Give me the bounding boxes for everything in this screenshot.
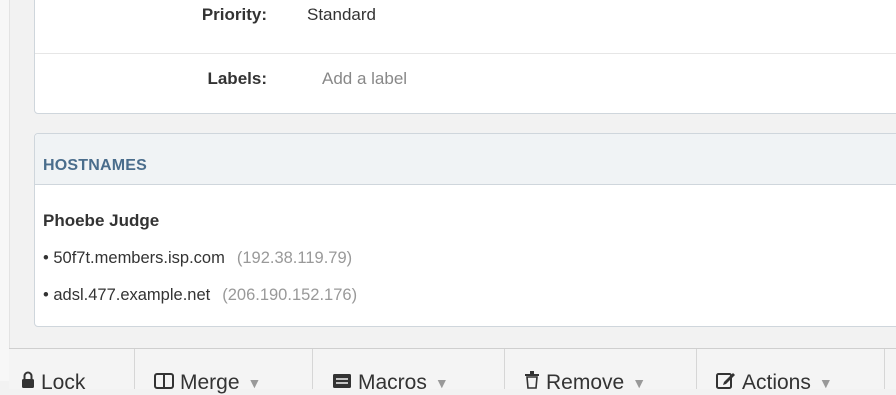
merge-button[interactable]: Merge ▼ [134, 349, 313, 394]
labels-label: Labels: [207, 69, 267, 88]
edit-icon [716, 371, 736, 395]
hostnames-panel: HOSTNAMES Phoebe Judge • 50f7t.members.i… [34, 133, 896, 327]
merge-label: Merge [180, 371, 240, 394]
ip-address: (206.190.152.176) [222, 286, 358, 304]
remove-button[interactable]: Remove ▼ [504, 349, 697, 394]
lock-button[interactable]: Lock [9, 349, 135, 394]
properties-panel: Priority: Standard Labels: Add a label [34, 0, 896, 114]
hostnames-header: HOSTNAMES [35, 134, 896, 185]
labels-row: Labels: Add a label [35, 53, 896, 106]
chevron-down-icon: ▼ [818, 375, 833, 392]
bottom-toolbar: Lock Merge ▼ Macros ▼ Remove ▼ Actions ▼ [9, 348, 896, 394]
add-label-input[interactable]: Add a label [322, 69, 407, 89]
lock-icon [21, 371, 35, 395]
priority-label: Priority: [201, 5, 267, 24]
left-gutter [0, 0, 10, 381]
chevron-down-icon: ▼ [434, 375, 449, 392]
macros-label: Macros [358, 371, 427, 394]
chevron-down-icon: ▼ [632, 375, 647, 392]
macros-icon [332, 371, 352, 395]
hostname: • adsl.477.example.net [43, 286, 211, 304]
remove-label: Remove [546, 371, 625, 394]
hostname: • 50f7t.members.isp.com [43, 249, 225, 267]
priority-value[interactable]: Standard [307, 5, 376, 25]
chevron-down-icon: ▼ [247, 375, 262, 392]
actions-button[interactable]: Actions ▼ [696, 349, 885, 394]
ip-address: (192.38.119.79) [236, 249, 353, 267]
hostname-entry: • adsl.477.example.net (206.190.152.176) [43, 286, 357, 305]
hostnames-title: HOSTNAMES [43, 157, 148, 174]
lock-label: Lock [41, 371, 86, 394]
person-name: Phoebe Judge [43, 211, 160, 230]
trash-icon [524, 371, 540, 395]
hostname-entry: • 50f7t.members.isp.com (192.38.119.79) [43, 249, 352, 268]
priority-row: Priority: Standard [35, 0, 896, 45]
actions-label: Actions [742, 371, 811, 394]
macros-button[interactable]: Macros ▼ [312, 349, 505, 394]
merge-icon [154, 371, 174, 395]
